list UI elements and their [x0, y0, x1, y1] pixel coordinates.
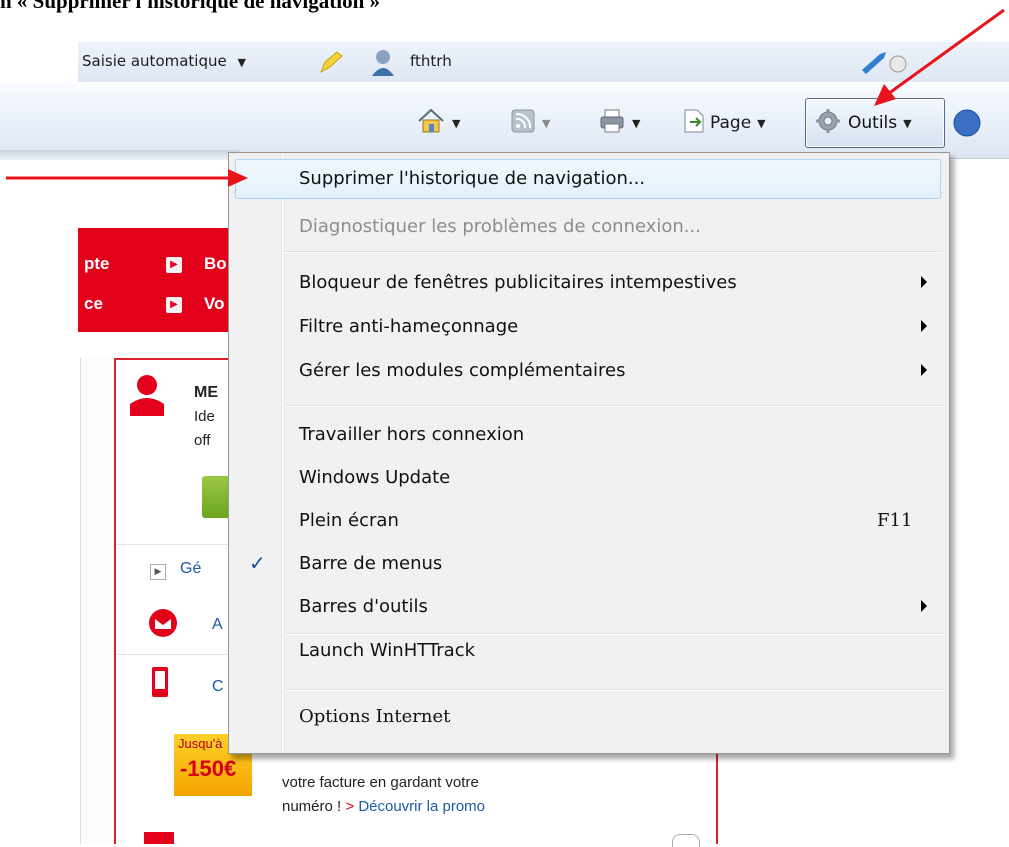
- annotation-arrows: [6, 8, 1005, 187]
- arrow-to-tools-button: [874, 8, 1005, 106]
- arrow-to-delete-history: [6, 169, 248, 187]
